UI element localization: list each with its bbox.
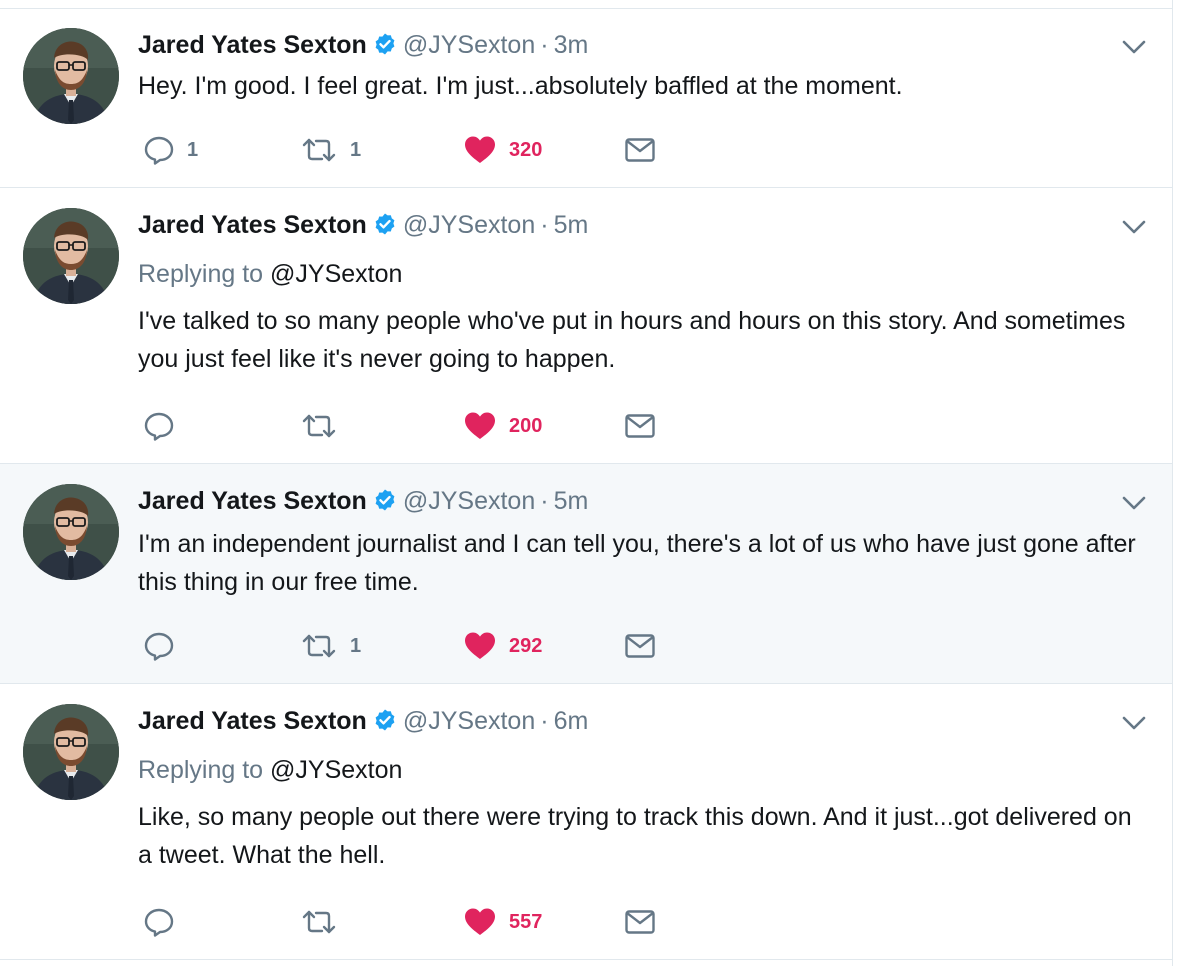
tweet[interactable]: Jared Yates Sexton @JYSexton · 5m I'm an i…: [0, 464, 1172, 684]
replying-to: Replying to @JYSexton: [138, 755, 402, 785]
replying-to-label: Replying to: [138, 260, 264, 288]
author-name[interactable]: Jared Yates Sexton: [138, 31, 367, 59]
direct-message-icon: [624, 632, 656, 660]
author-handle[interactable]: @JYSexton: [403, 31, 535, 59]
like-button[interactable]: 557: [463, 906, 542, 938]
replying-to-handle[interactable]: @JYSexton: [270, 756, 402, 784]
verified-badge-icon: [373, 488, 397, 519]
avatar[interactable]: [23, 704, 119, 800]
verified-badge-icon: [373, 32, 397, 63]
replying-to-handle[interactable]: @JYSexton: [270, 260, 402, 288]
reply-button[interactable]: [143, 630, 187, 662]
tweet[interactable]: Jared Yates Sexton @JYSexton · 5m Replying…: [0, 188, 1172, 464]
retweet-icon: [300, 906, 338, 938]
timeline-right-border: [1172, 0, 1173, 966]
direct-message-button[interactable]: [624, 630, 656, 662]
tweet-timestamp[interactable]: 6m: [554, 707, 589, 735]
retweet-button[interactable]: [300, 410, 350, 442]
retweet-button[interactable]: 1: [300, 630, 361, 662]
direct-message-button[interactable]: [624, 410, 656, 442]
tweet-header: Jared Yates Sexton @JYSexton · 6m: [138, 706, 588, 736]
like-button[interactable]: 200: [463, 410, 542, 442]
reply-button[interactable]: 1: [143, 134, 198, 166]
like-icon: [463, 906, 497, 938]
author-name[interactable]: Jared Yates Sexton: [138, 487, 367, 515]
like-count: 557: [509, 910, 543, 933]
author-name[interactable]: Jared Yates Sexton: [138, 707, 367, 735]
tweet-text: I've talked to so many people who've put…: [138, 307, 1126, 373]
like-count: 320: [509, 138, 543, 161]
retweet-count: 1: [350, 634, 362, 657]
tweet-timestamp[interactable]: 5m: [554, 211, 589, 239]
reply-icon: [143, 630, 175, 662]
direct-message-button[interactable]: [624, 134, 656, 166]
tweet[interactable]: Jared Yates Sexton @JYSexton · 6m Replying…: [0, 684, 1172, 960]
author-handle[interactable]: @JYSexton: [403, 707, 535, 735]
like-count: 292: [509, 634, 543, 657]
like-count: 200: [509, 414, 543, 437]
reply-button[interactable]: [143, 410, 187, 442]
avatar[interactable]: [23, 484, 119, 580]
reply-icon: [143, 906, 175, 938]
like-icon: [463, 630, 497, 662]
top-divider: [0, 0, 1172, 9]
retweet-count: 1: [350, 138, 362, 161]
reply-icon: [143, 410, 175, 442]
author-name[interactable]: Jared Yates Sexton: [138, 211, 367, 239]
tweet[interactable]: Jared Yates Sexton @JYSexton · 3m Hey. I'm…: [0, 9, 1172, 188]
chevron-down-icon[interactable]: [1121, 714, 1147, 732]
avatar[interactable]: [23, 208, 119, 304]
author-handle[interactable]: @JYSexton: [403, 487, 535, 515]
verified-badge-icon: [373, 708, 397, 739]
separator-dot: ·: [540, 31, 549, 59]
tweet-timestamp[interactable]: 5m: [554, 487, 589, 515]
like-button[interactable]: 292: [463, 630, 542, 662]
like-icon: [463, 410, 497, 442]
separator-dot: ·: [540, 707, 549, 735]
author-handle[interactable]: @JYSexton: [403, 211, 535, 239]
chevron-down-icon[interactable]: [1121, 494, 1147, 512]
reply-icon: [143, 134, 175, 166]
separator-dot: ·: [540, 211, 549, 239]
reply-button[interactable]: [143, 906, 187, 938]
retweet-icon: [300, 134, 338, 166]
direct-message-icon: [624, 412, 656, 440]
replying-to: Replying to @JYSexton: [138, 259, 402, 289]
tweet-text: Hey. I'm good. I feel great. I'm just...…: [138, 72, 903, 100]
tweet-header: Jared Yates Sexton @JYSexton · 3m: [138, 30, 588, 60]
direct-message-icon: [624, 136, 656, 164]
like-button[interactable]: 320: [463, 134, 542, 166]
direct-message-icon: [624, 908, 656, 936]
retweet-button[interactable]: 1: [300, 134, 361, 166]
separator-dot: ·: [540, 487, 549, 515]
like-icon: [463, 134, 497, 166]
avatar[interactable]: [23, 28, 119, 124]
retweet-icon: [300, 630, 338, 662]
retweet-icon: [300, 410, 338, 442]
retweet-button[interactable]: [300, 906, 350, 938]
tweet-text: Like, so many people out there were tryi…: [138, 803, 1132, 869]
chevron-down-icon[interactable]: [1121, 38, 1147, 56]
tweet-header: Jared Yates Sexton @JYSexton · 5m: [138, 486, 588, 516]
tweet-text: I'm an independent journalist and I can …: [138, 530, 1136, 596]
verified-badge-icon: [373, 212, 397, 243]
tweet-header: Jared Yates Sexton @JYSexton · 5m: [138, 210, 588, 240]
chevron-down-icon[interactable]: [1121, 218, 1147, 236]
direct-message-button[interactable]: [624, 906, 656, 938]
replying-to-label: Replying to: [138, 756, 264, 784]
reply-count: 1: [187, 138, 199, 161]
tweet-timestamp[interactable]: 3m: [554, 31, 589, 59]
